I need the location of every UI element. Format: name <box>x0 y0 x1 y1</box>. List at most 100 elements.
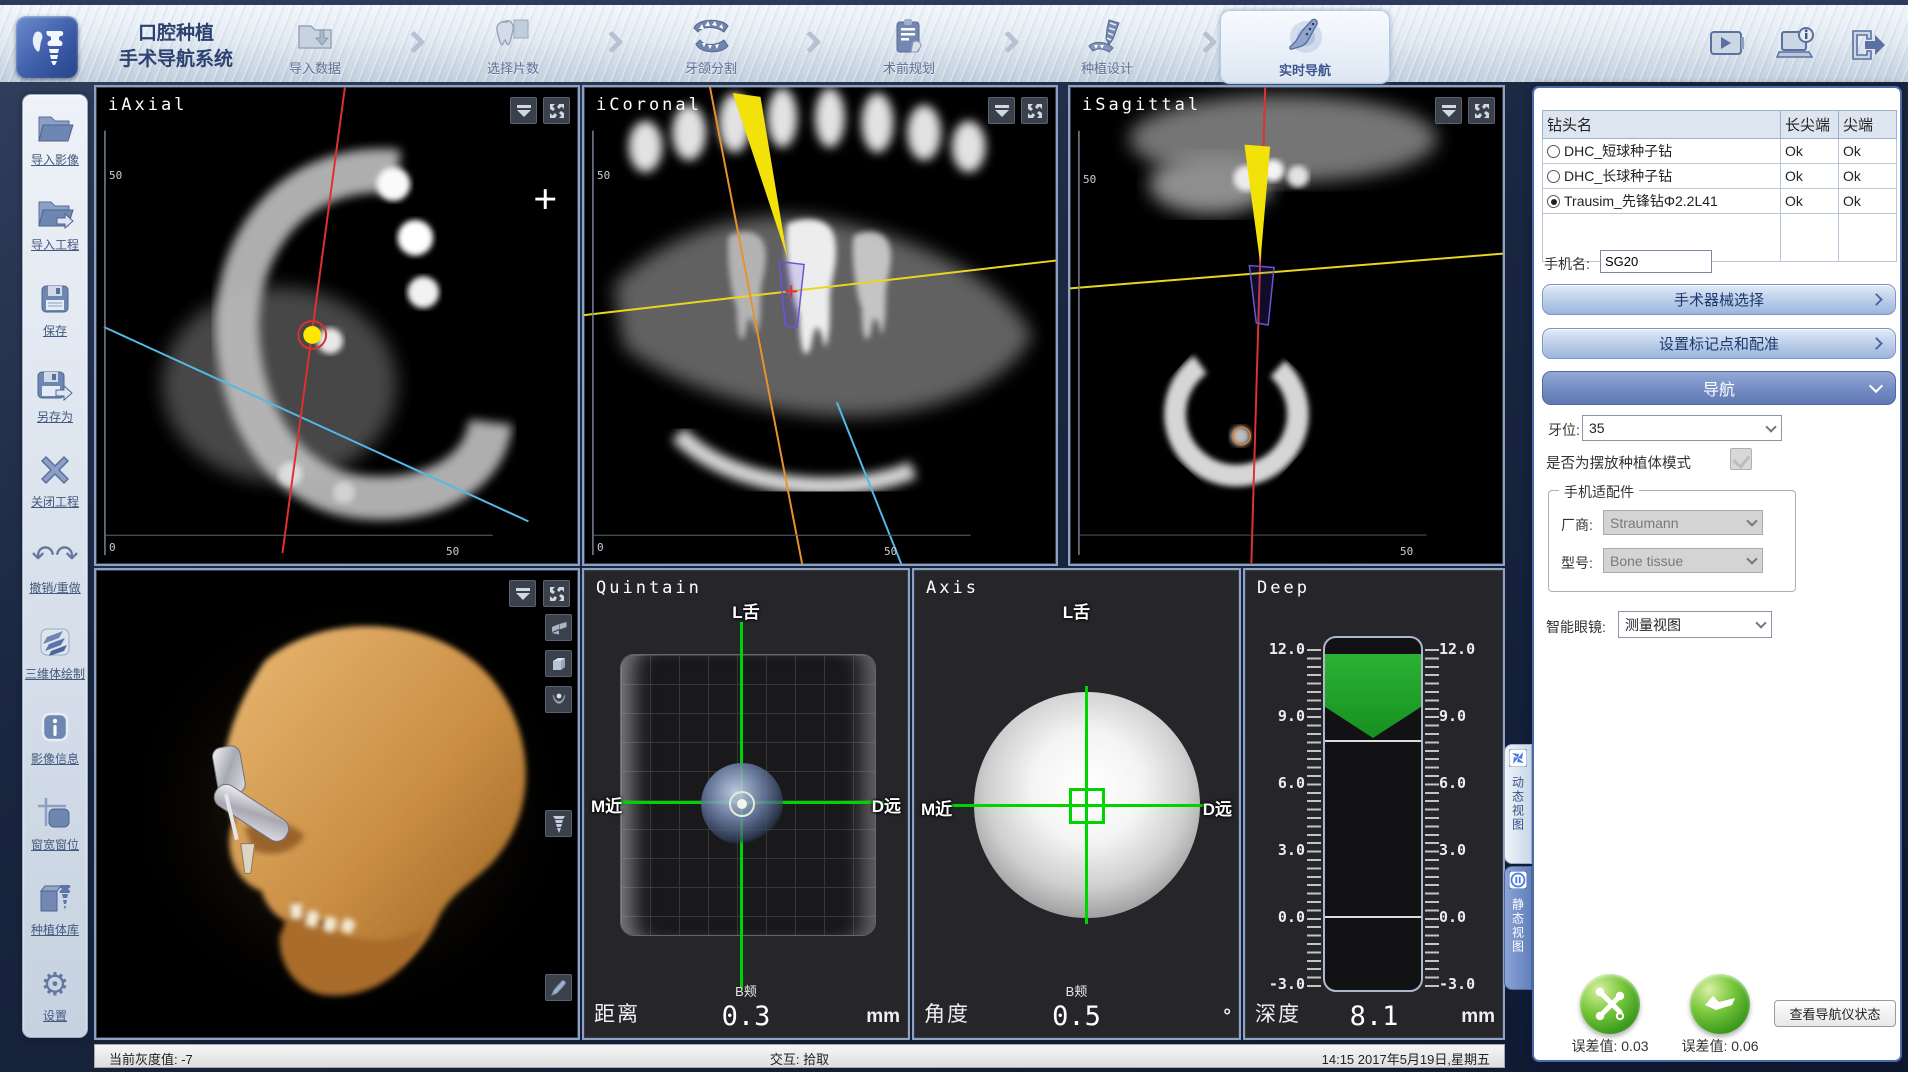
lingual-label: L舌 <box>914 598 1239 623</box>
step-import-data[interactable]: 导入数据 <box>230 10 400 84</box>
chevron-right-icon <box>1870 337 1883 350</box>
depth-plan-line <box>1325 740 1421 742</box>
sidebar-item-save-as[interactable]: 另存为 <box>36 365 74 425</box>
fullscreen-icon[interactable] <box>543 580 570 607</box>
close-project-icon <box>38 450 72 490</box>
layout-dropdown-icon[interactable] <box>510 97 537 124</box>
interaction-status: 交互: 拾取 <box>95 1049 1504 1068</box>
panel-quintain[interactable]: Quintain L舌 M近 D远 距离 B颊 0.3 mm <box>582 568 910 1040</box>
undo-redo-icon: ↶↷ <box>32 536 79 576</box>
sidebar-item-settings[interactable]: ⚙ 设置 <box>41 964 70 1024</box>
drill-radio[interactable] <box>1547 195 1560 208</box>
workflow-steps: 导入数据 选择片数 牙颌分割 <box>230 9 1390 85</box>
quintain-title: Quintain <box>596 578 702 598</box>
drill-table-empty-row <box>1543 214 1897 262</box>
handpiece-name-input[interactable] <box>1600 250 1712 273</box>
distal-label: D远 <box>1203 795 1232 820</box>
smart-glasses-select[interactable]: 测量视图 <box>1618 611 1772 638</box>
jaw-arch-icon[interactable] <box>545 686 572 713</box>
placement-mode-checkbox[interactable] <box>1730 448 1752 470</box>
mesial-label: M近 <box>921 795 952 820</box>
app-logo <box>16 16 78 78</box>
viewport-axial-title: iAxial <box>108 95 187 115</box>
step-select-slices[interactable]: 选择片数 <box>428 10 598 84</box>
coronal-ct-image <box>584 87 1056 564</box>
crosshair-plus-marker <box>535 189 555 209</box>
handpiece-adapter-group: 手机适配件 厂商: Straumann 型号: Bone tissue <box>1548 490 1796 592</box>
folder-open-icon <box>35 108 75 148</box>
select-slices-icon <box>492 16 534 56</box>
step-realtime-navigation[interactable]: 实时导航 <box>1220 10 1390 84</box>
video-record-button[interactable] <box>1704 23 1750 67</box>
tool-calibration-button[interactable] <box>1580 974 1640 1034</box>
viewport-axial[interactable]: iAxial <box>94 85 580 566</box>
navigation-control-panel: 钻头名 长尖端 尖端 DHC_短球种子钻 Ok Ok DHC_长球种子钻 Ok … <box>1532 86 1902 1062</box>
drill-radio[interactable] <box>1547 170 1560 183</box>
model-select[interactable]: Bone tissue <box>1603 548 1763 573</box>
tooth-position-select[interactable]: 35 <box>1582 415 1782 441</box>
axis-target-square <box>1069 788 1105 824</box>
viewport-sagittal[interactable]: iSagittal 50 50 <box>1068 85 1505 566</box>
layout-tiles-icon[interactable] <box>545 614 572 641</box>
sidebar-item-implant-library[interactable]: 种植体库 <box>31 878 79 938</box>
cube-view-icon[interactable] <box>545 650 572 677</box>
tab-dynamic-view[interactable]: 动态视图 <box>1504 744 1532 864</box>
fullscreen-icon[interactable] <box>1021 97 1048 124</box>
quintain-target-dot <box>737 799 747 809</box>
layout-dropdown-icon[interactable] <box>1435 97 1462 124</box>
drill-row[interactable]: DHC_短球种子钻 Ok Ok <box>1543 139 1897 164</box>
implant-tool-icon[interactable] <box>545 810 572 837</box>
fullscreen-icon[interactable] <box>1468 97 1495 124</box>
sidebar-item-undo-redo[interactable]: ↶↷ 撤销/重做 <box>29 536 80 596</box>
sidebar-item-image-info[interactable]: 影像信息 <box>31 707 79 767</box>
3d-volume-render <box>96 570 578 1038</box>
panel-axis[interactable]: Axis L舌 M近 D远 角度 B颊 0.5 ° <box>912 568 1241 1040</box>
smart-glasses-label: 智能眼镜: <box>1546 617 1606 637</box>
viewport-coronal-title: iCoronal <box>596 95 702 115</box>
drill-table: 钻头名 长尖端 尖端 DHC_短球种子钻 Ok Ok DHC_长球种子钻 Ok … <box>1542 110 1897 262</box>
exit-button[interactable] <box>1844 23 1890 67</box>
sidebar-item-import-image[interactable]: 导入影像 <box>31 108 79 168</box>
import-data-icon <box>294 16 336 56</box>
save-as-icon <box>36 365 74 405</box>
step-jaw-segmentation[interactable]: 牙颌分割 <box>626 10 796 84</box>
layout-dropdown-icon[interactable] <box>988 97 1015 124</box>
static-view-icon <box>1509 871 1527 894</box>
probe-pen-icon[interactable] <box>545 974 572 1001</box>
depth-ticks-left <box>1307 649 1321 987</box>
tooth-position-label: 牙位: <box>1548 420 1580 440</box>
video-record-icon <box>1707 27 1747 63</box>
placement-mode-label: 是否为摆放种植体模式 <box>1546 452 1691 473</box>
viewport-3d[interactable] <box>94 568 580 1040</box>
panel-deep[interactable]: Deep 12.0 9.0 6.0 3.0 0.0 -3.0 12.0 9.0 … <box>1243 568 1505 1040</box>
exit-icon <box>1847 27 1887 63</box>
viewport-coronal[interactable]: iCoronal 50 <box>582 85 1058 566</box>
device-info-button[interactable] <box>1774 23 1820 67</box>
navigator-status-button[interactable]: 查看导航仪状态 <box>1774 1000 1896 1027</box>
3d-view-toolbar <box>545 614 572 1001</box>
sidebar-item-close-project[interactable]: 关闭工程 <box>31 450 79 510</box>
sidebar-item-volume-rendering[interactable]: 三维体绘制 <box>25 622 85 682</box>
sidebar-item-import-project[interactable]: 导入工程 <box>31 193 79 253</box>
step-preop-planning[interactable]: 术前规划 <box>824 10 994 84</box>
sidebar-item-save[interactable]: 保存 <box>38 279 72 339</box>
distal-label: D远 <box>872 792 901 817</box>
wrench-cross-icon <box>1593 987 1627 1021</box>
drill-row[interactable]: DHC_长球种子钻 Ok Ok <box>1543 164 1897 189</box>
status-bar: 当前灰度值: -7 交互: 拾取 14:15 2017年5月19日,星期五 <box>94 1044 1505 1068</box>
vendor-select[interactable]: Straumann <box>1603 510 1763 535</box>
drill-radio[interactable] <box>1547 145 1560 158</box>
sidebar-item-window-level[interactable]: 窗宽窗位 <box>31 793 79 853</box>
tab-static-view[interactable]: 静态视图 <box>1504 866 1532 990</box>
handpiece-calibration-button[interactable] <box>1690 974 1750 1034</box>
step-implant-design[interactable]: 种植设计 <box>1022 10 1192 84</box>
chevron-separator <box>403 31 426 54</box>
navigation-section-header[interactable]: 导航 <box>1542 371 1896 405</box>
layout-dropdown-icon[interactable] <box>509 580 536 607</box>
folder-import-icon <box>35 193 75 233</box>
lingual-label: L舌 <box>584 598 908 623</box>
instrument-select-button[interactable]: 手术器械选择 <box>1542 284 1896 315</box>
fullscreen-icon[interactable] <box>543 97 570 124</box>
set-markers-registration-button[interactable]: 设置标记点和配准 <box>1542 328 1896 359</box>
drill-row[interactable]: Trausim_先锋钻Φ2.2L41 Ok Ok <box>1543 189 1897 214</box>
